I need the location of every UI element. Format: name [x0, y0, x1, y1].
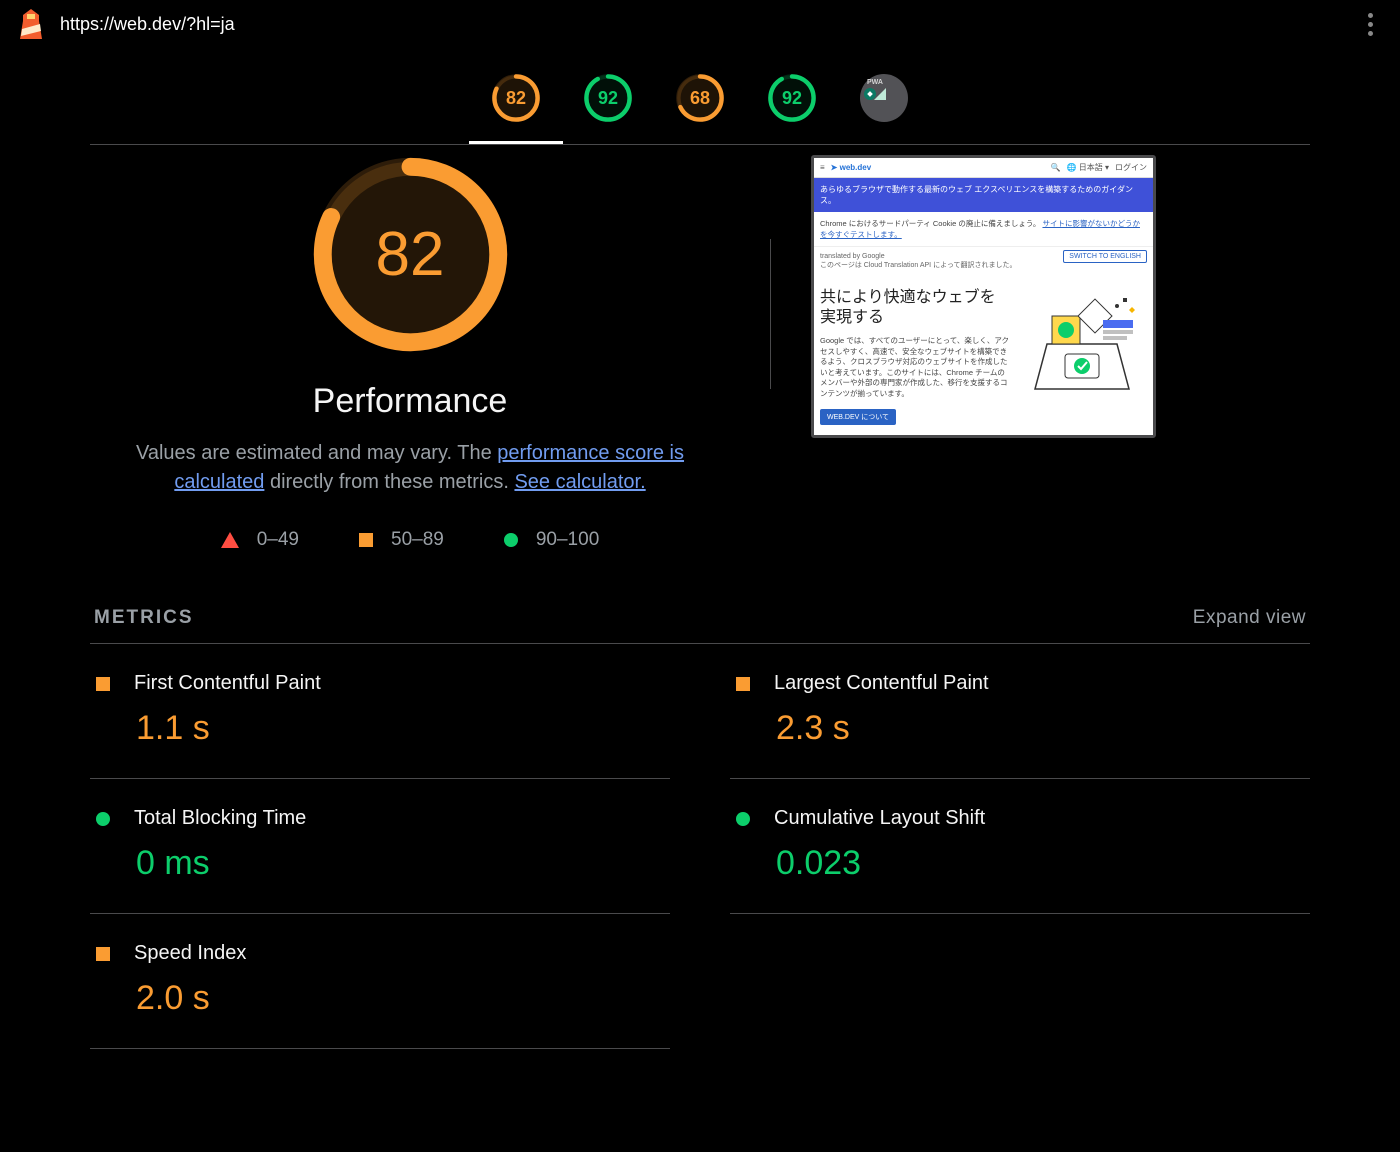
- explain-text: Values are estimated and may vary. The: [136, 442, 497, 464]
- metric-speed-index[interactable]: Speed Index 2.0 s: [90, 914, 670, 1049]
- metric-value: 2.3 s: [776, 709, 1304, 748]
- pass-circle-icon: [736, 812, 750, 826]
- metric-largest-contentful-paint[interactable]: Largest Contentful Paint 2.3 s: [730, 644, 1310, 779]
- link-see-calculator[interactable]: See calculator.: [514, 471, 645, 493]
- metrics-header: METRICS Expand view: [90, 607, 1310, 644]
- expand-view-toggle[interactable]: Expand view: [1193, 607, 1306, 629]
- page-screenshot-thumbnail[interactable]: ≡ ➤ web.dev 🔍 🌐 日本語 ▾ ログイン あらゆるブラウザで動作する…: [811, 155, 1156, 438]
- audit-url: https://web.dev/?hl=ja: [60, 14, 235, 35]
- pass-circle-icon: [96, 812, 110, 826]
- thumb-illustration: [1017, 284, 1147, 394]
- hero-divider: [770, 239, 771, 389]
- category-gauge-accessibility[interactable]: 92: [584, 74, 632, 122]
- category-gauges-row: 82 92 68 92 PWA: [90, 48, 1310, 145]
- metric-name: Speed Index: [134, 942, 246, 965]
- average-square-icon: [359, 533, 373, 547]
- section-title-performance: Performance: [313, 382, 508, 421]
- category-gauge-pwa[interactable]: PWA: [860, 74, 908, 122]
- explain-text: directly from these metrics.: [270, 471, 515, 493]
- legend-pass-range: 90–100: [536, 529, 599, 551]
- thumb-notice: Chrome におけるサードパーティ Cookie の廃止に備えましょう。 サイ…: [814, 212, 1153, 247]
- thumb-cta-button: WEB.DEV について: [820, 409, 896, 425]
- performance-hero: 82 Performance Values are estimated and …: [90, 145, 1310, 591]
- login-button: ログイン: [1115, 162, 1147, 173]
- metric-value: 0.023: [776, 844, 1304, 883]
- metric-name: Total Blocking Time: [134, 807, 306, 830]
- average-square-icon: [96, 947, 110, 961]
- category-gauge-performance[interactable]: 82: [492, 74, 540, 122]
- performance-explain: Values are estimated and may vary. The p…: [130, 439, 690, 497]
- category-gauge-seo[interactable]: 92: [768, 74, 816, 122]
- metric-name: First Contentful Paint: [134, 672, 321, 695]
- lighthouse-icon: [18, 9, 44, 39]
- hamburger-icon: ≡: [820, 163, 825, 172]
- average-square-icon: [96, 677, 110, 691]
- metric-value: 1.1 s: [136, 709, 664, 748]
- gauge-score: 82: [492, 74, 540, 122]
- thumb-banner: あらゆるブラウザで動作する最新のウェブ エクスペリエンスを構築するためのガイダン…: [814, 178, 1153, 212]
- metric-name: Cumulative Layout Shift: [774, 807, 985, 830]
- thumb-headline: 共により快適なウェブを実現する: [820, 288, 1011, 328]
- language-selector: 🌐 日本語 ▾: [1067, 162, 1109, 173]
- score-legend: 0–49 50–89 90–100: [221, 529, 600, 551]
- average-square-icon: [736, 677, 750, 691]
- svg-text:PWA: PWA: [867, 79, 883, 86]
- thumb-logo: ➤ web.dev: [831, 163, 872, 172]
- topbar: https://web.dev/?hl=ja: [0, 0, 1400, 48]
- switch-to-english-button: SWITCH TO ENGLISH: [1063, 250, 1147, 263]
- metric-first-contentful-paint[interactable]: First Contentful Paint 1.1 s: [90, 644, 670, 779]
- category-gauge-best-practices[interactable]: 68: [676, 74, 724, 122]
- metric-value: 2.0 s: [136, 979, 664, 1018]
- metric-name: Largest Contentful Paint: [774, 672, 989, 695]
- performance-score: 82: [313, 157, 508, 352]
- legend-avg-range: 50–89: [391, 529, 444, 551]
- legend-fail-range: 0–49: [257, 529, 299, 551]
- pass-circle-icon: [504, 533, 518, 547]
- thumb-paragraph: Google では、すべてのユーザーにとって、楽しく、アクセスしやすく、高速で、…: [820, 336, 1011, 399]
- gauge-score: 68: [676, 74, 724, 122]
- thumb-translation-note: translated by Google このページは Cloud Transl…: [814, 247, 1153, 276]
- performance-big-gauge: 82: [313, 157, 508, 352]
- metric-total-blocking-time[interactable]: Total Blocking Time 0 ms: [90, 779, 670, 914]
- search-icon: 🔍: [1051, 163, 1061, 172]
- metric-cumulative-layout-shift[interactable]: Cumulative Layout Shift 0.023: [730, 779, 1310, 914]
- more-menu-button[interactable]: [1358, 12, 1382, 36]
- gauge-score: 92: [584, 74, 632, 122]
- metrics-title: METRICS: [94, 607, 194, 629]
- fail-triangle-icon: [221, 532, 239, 548]
- metrics-grid: First Contentful Paint 1.1 s Largest Con…: [90, 644, 1310, 1049]
- gauge-score: 92: [768, 74, 816, 122]
- metric-value: 0 ms: [136, 844, 664, 883]
